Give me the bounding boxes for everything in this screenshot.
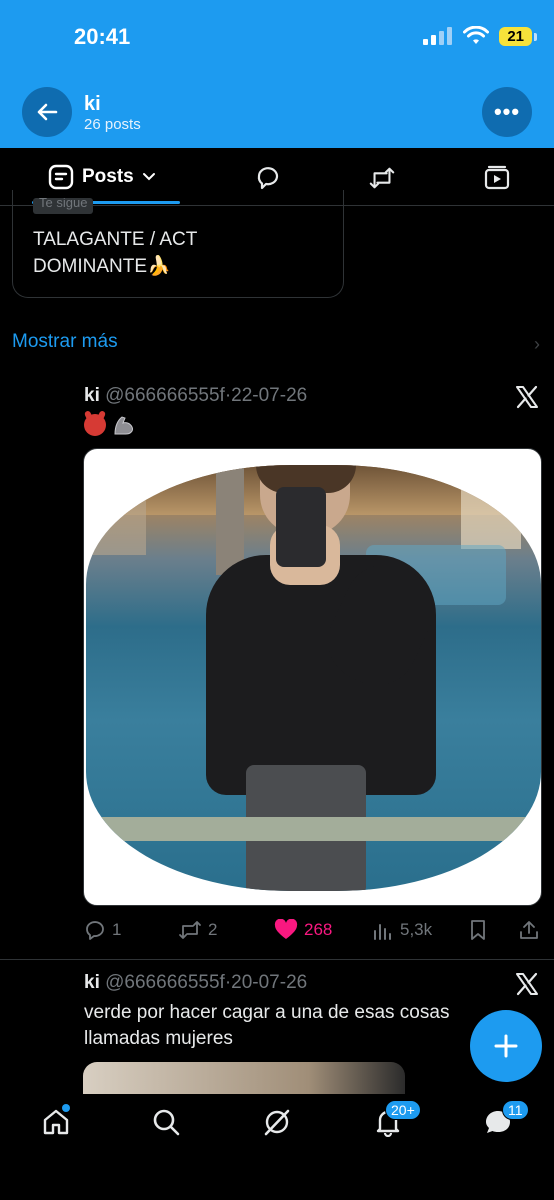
tweet-header: ki @666666555f·22-07-26: [84, 385, 307, 407]
nav-messages[interactable]: 11: [482, 1100, 529, 1138]
bottom-navigation: 20+ 11: [0, 1094, 554, 1200]
repost-icon: [179, 921, 201, 939]
tweet-date[interactable]: 20-07-26: [231, 972, 307, 993]
reply-button[interactable]: 1: [84, 919, 121, 941]
bookmark-button[interactable]: [468, 919, 488, 941]
view-count: 5,3k: [400, 920, 433, 939]
tab-posts[interactable]: Posts: [48, 164, 156, 190]
x-logo-icon[interactable]: [514, 971, 540, 997]
tab-posts-label: Posts: [82, 166, 134, 187]
tab-replies[interactable]: [254, 164, 282, 192]
show-more-link[interactable]: Mostrar más: [12, 331, 118, 353]
tweet-author[interactable]: ki: [84, 972, 100, 993]
arrow-left-icon: [37, 103, 58, 121]
repost-icon: [369, 167, 395, 189]
home-unread-dot: [62, 1104, 70, 1112]
mirror-selfie-photo: [86, 465, 541, 891]
status-icons: 21: [423, 26, 537, 46]
more-dots-icon: •••: [493, 99, 521, 124]
tweet-actions: 1 2 268 5,3k: [84, 917, 542, 943]
tweet-text: verde por hacer cagar a una de esas cosa…: [84, 1002, 450, 1049]
tweet-handle[interactable]: @666666555f: [105, 972, 225, 993]
share-icon: [520, 921, 538, 939]
like-button[interactable]: 268: [274, 919, 332, 941]
share-button[interactable]: [518, 919, 540, 941]
flexed-biceps-emoji-icon: [114, 416, 133, 435]
repost-count: 2: [208, 920, 218, 939]
chevron-right-icon[interactable]: ›: [534, 334, 540, 355]
tweet-image[interactable]: [83, 448, 542, 906]
more-options-button[interactable]: •••: [482, 87, 532, 137]
tweet-header: ki @666666555f·20-07-26: [84, 972, 307, 994]
tweet-author[interactable]: ki: [84, 385, 100, 406]
media-video-icon: [484, 165, 510, 190]
bookmark-icon: [471, 920, 485, 940]
status-time: 20:41: [74, 24, 131, 49]
back-button[interactable]: [22, 87, 72, 137]
notifications-badge: 20+: [385, 1100, 421, 1120]
quoted-bio-text: TALAGANTE / ACT DOMINANTE🍌: [33, 229, 198, 277]
compose-post-button[interactable]: [470, 1010, 542, 1082]
search-icon: [153, 1109, 180, 1136]
cellular-signal-icon: [423, 27, 453, 45]
tweet-emoji-text: [84, 414, 136, 436]
profile-header: 20:41 21 ki 26 posts •••: [0, 0, 554, 148]
tweet-divider: [0, 959, 554, 960]
x-logo-icon[interactable]: [514, 384, 540, 410]
nav-home[interactable]: [40, 1104, 72, 1138]
post-count: 26 posts: [84, 116, 141, 133]
tab-media[interactable]: [483, 164, 511, 192]
reply-icon: [86, 921, 104, 940]
follows-you-badge: Te sigue: [33, 198, 94, 214]
battery-indicator: 21: [499, 26, 537, 46]
plus-icon: [494, 1034, 518, 1058]
reply-bubble-icon: [257, 167, 279, 190]
tweet-date[interactable]: 22-07-26: [231, 385, 307, 406]
views-button[interactable]: 5,3k: [372, 919, 432, 941]
grok-icon: [264, 1109, 290, 1136]
tweet-handle[interactable]: @666666555f: [105, 385, 225, 406]
nav-grok[interactable]: [261, 1106, 293, 1138]
repost-button[interactable]: 2: [178, 919, 217, 941]
like-count: 268: [304, 920, 333, 939]
wifi-icon: [463, 26, 490, 44]
analytics-icon: [374, 924, 391, 940]
devil-emoji-icon: [84, 414, 106, 436]
chevron-down-icon: [142, 173, 155, 181]
nav-search[interactable]: [150, 1106, 182, 1138]
posts-tab-icon: [48, 164, 74, 190]
nav-notifications[interactable]: 20+: [372, 1100, 421, 1138]
tab-reposts[interactable]: [368, 164, 396, 192]
heart-filled-icon: [274, 919, 298, 939]
profile-name: ki: [84, 93, 101, 115]
messages-badge: 11: [502, 1100, 529, 1120]
quoted-profile-card[interactable]: Te sigue TALAGANTE / ACT DOMINANTE🍌: [12, 190, 344, 298]
reply-count: 1: [112, 920, 122, 939]
